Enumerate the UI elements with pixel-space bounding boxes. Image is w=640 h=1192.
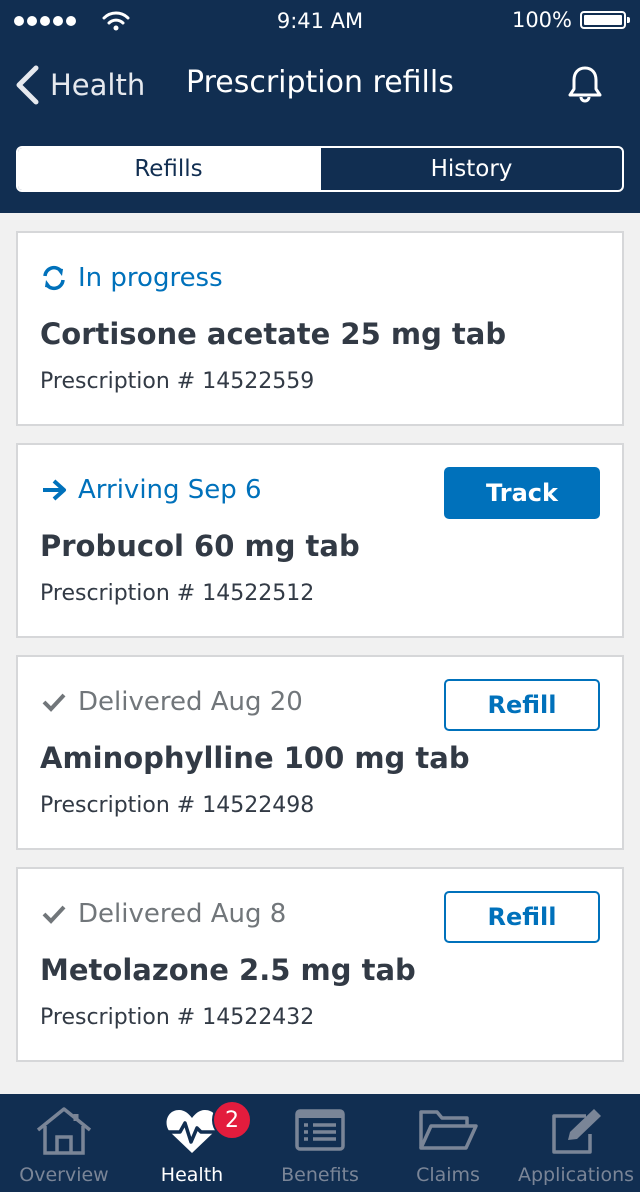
tab-claims[interactable]: Claims xyxy=(384,1094,512,1192)
prescription-number: Prescription # 14522512 xyxy=(40,581,315,606)
tab-label: Applications xyxy=(517,1164,635,1186)
card-status: Delivered Aug 8 xyxy=(40,899,286,929)
battery-percent: 100% xyxy=(511,8,572,32)
arrow-right-icon xyxy=(40,476,68,504)
back-button[interactable]: Health xyxy=(14,60,145,110)
chevron-left-icon xyxy=(16,65,39,105)
tab-benefits[interactable]: Benefits xyxy=(256,1094,384,1192)
check-icon xyxy=(40,688,68,716)
header: 9:41 AM 100% Health Prescription refills… xyxy=(0,0,640,213)
segmented-control: Refills History xyxy=(16,146,624,192)
prescription-number: Prescription # 14522432 xyxy=(40,1005,315,1030)
edit-icon xyxy=(552,1109,601,1154)
status-label: Delivered Aug 20 xyxy=(78,687,303,717)
battery-icon xyxy=(580,11,630,29)
prescription-card[interactable]: Delivered Aug 8 Refill Metolazone 2.5 mg… xyxy=(16,867,624,1062)
prescription-number: Prescription # 14522498 xyxy=(40,793,315,818)
bell-icon[interactable] xyxy=(565,64,605,104)
refill-button[interactable]: Refill xyxy=(444,891,600,943)
list-icon xyxy=(295,1109,345,1151)
notification-badge: 2 xyxy=(212,1100,252,1140)
card-status: Delivered Aug 20 xyxy=(40,687,303,717)
heartbeat-icon xyxy=(166,1110,218,1153)
page-title: Prescription refills xyxy=(186,65,454,100)
prescription-card[interactable]: Delivered Aug 20 Refill Aminophylline 10… xyxy=(16,655,624,850)
prescription-card[interactable]: Arriving Sep 6 Track Probucol 60 mg tab … xyxy=(16,443,624,638)
check-icon xyxy=(40,900,68,928)
tab-refills[interactable]: Refills xyxy=(18,148,319,190)
tab-label: Claims xyxy=(416,1164,480,1186)
track-button[interactable]: Track xyxy=(444,467,600,519)
back-label: Health xyxy=(50,68,146,102)
prescription-number: Prescription # 14522559 xyxy=(40,369,315,394)
status-bar: 9:41 AM 100% xyxy=(0,0,640,42)
tab-label: Overview xyxy=(19,1164,109,1186)
tab-label: Health xyxy=(160,1164,224,1186)
refresh-icon xyxy=(40,264,68,292)
tab-bar: Overview Health Benefits Claims Applicat… xyxy=(0,1094,640,1192)
drug-name: Aminophylline 100 mg tab xyxy=(40,741,470,775)
tab-applications[interactable]: Applications xyxy=(512,1094,640,1192)
drug-name: Cortisone acetate 25 mg tab xyxy=(40,317,507,351)
tab-overview[interactable]: Overview xyxy=(0,1094,128,1192)
refill-button[interactable]: Refill xyxy=(444,679,600,731)
folder-icon xyxy=(419,1110,478,1150)
home-icon xyxy=(36,1107,92,1155)
prescription-card[interactable]: In progress Cortisone acetate 25 mg tab … xyxy=(16,231,624,426)
tab-history[interactable]: History xyxy=(319,148,622,190)
card-status: Arriving Sep 6 xyxy=(40,475,262,505)
status-label: Delivered Aug 8 xyxy=(78,899,287,929)
tab-label: Benefits xyxy=(281,1164,359,1186)
drug-name: Probucol 60 mg tab xyxy=(40,529,360,563)
card-status: In progress xyxy=(40,263,223,293)
status-label: In progress xyxy=(78,263,223,293)
drug-name: Metolazone 2.5 mg tab xyxy=(40,953,416,987)
status-label: Arriving Sep 6 xyxy=(78,475,262,505)
